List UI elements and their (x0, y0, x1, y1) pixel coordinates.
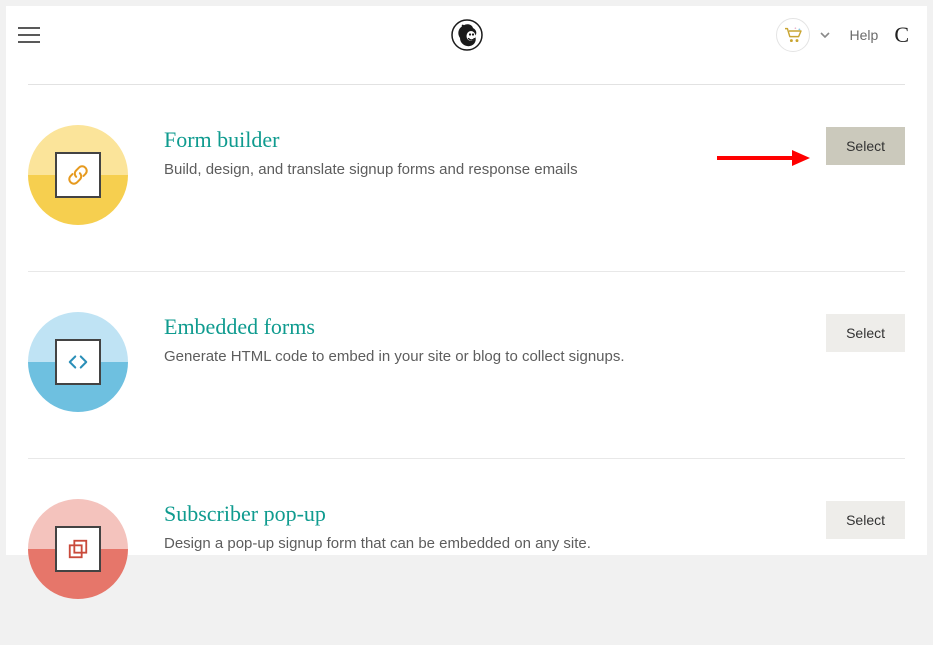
app-frame: Help C Form builder Build, design, and t… (6, 6, 927, 555)
select-button-subscriber-popup[interactable]: Select (826, 501, 905, 539)
embedded-forms-icon (28, 312, 128, 412)
option-embedded-forms: Embedded forms Generate HTML code to emb… (28, 272, 905, 459)
option-body: Embedded forms Generate HTML code to emb… (164, 312, 790, 367)
form-options-list: Form builder Build, design, and translat… (6, 85, 927, 645)
chevron-down-icon[interactable] (820, 29, 830, 41)
form-builder-icon (28, 125, 128, 225)
option-form-builder: Form builder Build, design, and translat… (28, 85, 905, 272)
option-body: Form builder Build, design, and translat… (164, 125, 790, 180)
option-body: Subscriber pop-up Design a pop-up signup… (164, 499, 790, 554)
option-description: Generate HTML code to embed in your site… (164, 346, 790, 367)
option-title: Form builder (164, 127, 790, 153)
account-initial[interactable]: C (894, 22, 909, 48)
topbar: Help C (6, 6, 927, 64)
option-description: Build, design, and translate signup form… (164, 159, 790, 180)
option-subscriber-popup: Subscriber pop-up Design a pop-up signup… (28, 459, 905, 645)
subscriber-popup-icon (28, 499, 128, 599)
menu-icon[interactable] (18, 21, 46, 49)
cart-icon[interactable] (776, 18, 810, 52)
help-link[interactable]: Help (850, 27, 879, 43)
option-title: Embedded forms (164, 314, 790, 340)
select-button-form-builder[interactable]: Select (826, 127, 905, 165)
mailchimp-logo-icon[interactable] (451, 19, 483, 51)
option-title: Subscriber pop-up (164, 501, 790, 527)
option-description: Design a pop-up signup form that can be … (164, 533, 790, 554)
topbar-right: Help C (776, 18, 909, 52)
select-button-embedded-forms[interactable]: Select (826, 314, 905, 352)
